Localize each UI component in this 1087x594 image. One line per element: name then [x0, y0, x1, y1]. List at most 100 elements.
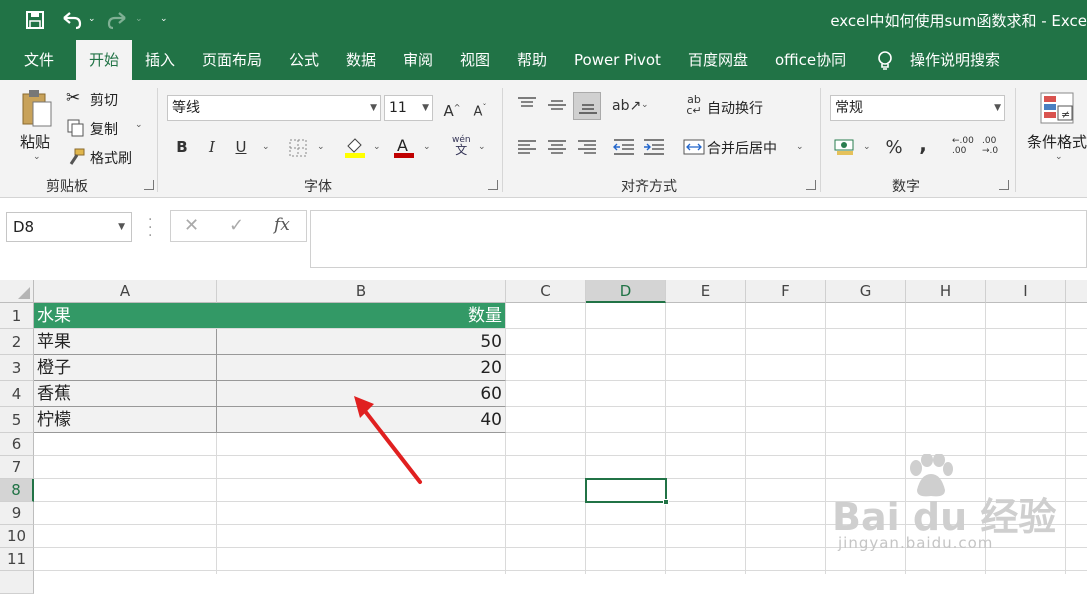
cell-b3[interactable]: 20: [217, 355, 506, 381]
copy-button[interactable]: 复制: [90, 119, 118, 139]
underline-dropdown-icon[interactable]: ⌄: [262, 142, 270, 152]
cell-a2[interactable]: 苹果: [34, 329, 217, 355]
paste-icon[interactable]: [20, 88, 54, 128]
align-bottom-button[interactable]: [573, 92, 601, 120]
column-header-c[interactable]: C: [506, 280, 586, 303]
paste-button[interactable]: 粘贴: [20, 131, 50, 152]
enter-icon[interactable]: ✓: [229, 215, 244, 236]
row-header-3[interactable]: 3: [0, 355, 34, 381]
format-painter-button[interactable]: 格式刷: [90, 148, 132, 168]
column-header-j[interactable]: [1066, 280, 1087, 303]
customize-toolbar-icon[interactable]: ⌄: [160, 14, 168, 24]
accounting-format-icon[interactable]: [834, 137, 856, 157]
column-header-g[interactable]: G: [826, 280, 906, 303]
fill-handle[interactable]: [663, 499, 669, 505]
borders-dropdown-icon[interactable]: ⌄: [317, 142, 325, 152]
row-header-4[interactable]: 4: [0, 381, 34, 407]
column-header-h[interactable]: H: [906, 280, 986, 303]
fill-color-icon[interactable]: [344, 136, 366, 158]
align-left-icon[interactable]: [517, 138, 537, 156]
increase-indent-icon[interactable]: [643, 138, 665, 156]
column-header-e[interactable]: E: [666, 280, 746, 303]
tab-help[interactable]: 帮助: [517, 40, 547, 80]
alignment-launcher-icon[interactable]: [806, 180, 816, 190]
align-top-icon[interactable]: [517, 96, 537, 114]
row-header-6[interactable]: 6: [0, 433, 34, 456]
font-name-combo[interactable]: 等线 ▼: [167, 95, 381, 121]
tab-file[interactable]: 文件: [24, 40, 54, 80]
tell-me-search[interactable]: 操作说明搜索: [910, 40, 1000, 80]
row-header-1[interactable]: 1: [0, 303, 34, 329]
tab-baidu-netdisk[interactable]: 百度网盘: [688, 40, 748, 80]
decrease-indent-icon[interactable]: [613, 138, 635, 156]
formula-input[interactable]: [310, 210, 1087, 268]
conditional-format-icon[interactable]: ≠: [1040, 92, 1074, 126]
font-launcher-icon[interactable]: [488, 180, 498, 190]
tab-review[interactable]: 审阅: [403, 40, 433, 80]
tab-insert[interactable]: 插入: [145, 40, 175, 80]
redo-icon[interactable]: [107, 10, 129, 30]
align-center-icon[interactable]: [547, 138, 567, 156]
cell-a1-header[interactable]: 水果: [34, 303, 217, 329]
merge-center-button[interactable]: 合并后居中: [707, 138, 777, 158]
increase-decimal-icon[interactable]: ←.00.00: [952, 136, 974, 156]
row-header-8[interactable]: 8: [0, 479, 34, 502]
merge-dropdown-icon[interactable]: ⌄: [796, 142, 804, 152]
tab-view[interactable]: 视图: [460, 40, 490, 80]
orientation-icon[interactable]: ab↗: [612, 94, 641, 118]
font-color-dropdown-icon[interactable]: ⌄: [423, 142, 431, 152]
comma-style-button[interactable]: ,: [911, 132, 935, 156]
wrap-text-button[interactable]: 自动换行: [707, 98, 763, 118]
cancel-icon[interactable]: ✕: [184, 215, 199, 236]
select-all-corner[interactable]: [0, 280, 34, 303]
tab-power-pivot[interactable]: Power Pivot: [574, 40, 661, 80]
decrease-font-icon[interactable]: Aˇ: [468, 96, 492, 120]
column-header-d[interactable]: D: [586, 280, 666, 303]
tab-home[interactable]: 开始: [76, 40, 132, 80]
underline-button[interactable]: U: [229, 135, 253, 159]
insert-function-icon[interactable]: fx: [274, 215, 290, 235]
fill-color-dropdown-icon[interactable]: ⌄: [373, 142, 381, 152]
bold-button[interactable]: B: [170, 135, 194, 159]
column-header-i[interactable]: I: [986, 280, 1066, 303]
clipboard-launcher-icon[interactable]: [144, 180, 154, 190]
font-size-combo[interactable]: 11 ▼: [384, 95, 433, 121]
increase-font-icon[interactable]: A^: [440, 96, 464, 120]
align-right-icon[interactable]: [577, 138, 597, 156]
orientation-dropdown-icon[interactable]: ⌄: [641, 100, 649, 110]
column-header-a[interactable]: A: [34, 280, 217, 303]
align-middle-icon[interactable]: [547, 96, 567, 114]
column-header-b[interactable]: B: [217, 280, 506, 303]
row-header-2[interactable]: 2: [0, 329, 34, 355]
tab-data[interactable]: 数据: [346, 40, 376, 80]
phonetic-dropdown-icon[interactable]: ⌄: [478, 142, 486, 152]
cell-a4[interactable]: 香蕉: [34, 381, 217, 407]
cell-a5[interactable]: 柠檬: [34, 407, 217, 433]
selected-cell-d8[interactable]: [585, 478, 667, 503]
accounting-dropdown-icon[interactable]: ⌄: [863, 142, 871, 152]
phonetic-icon[interactable]: wén 文: [452, 135, 471, 157]
number-format-combo[interactable]: 常规 ▼: [830, 95, 1005, 121]
cell-a3[interactable]: 橙子: [34, 355, 217, 381]
row-header-7[interactable]: 7: [0, 456, 34, 479]
row-header-9[interactable]: 9: [0, 502, 34, 525]
row-header-11[interactable]: 11: [0, 548, 34, 571]
number-launcher-icon[interactable]: [999, 180, 1009, 190]
conditional-format-dropdown-icon[interactable]: ⌄: [1055, 152, 1063, 162]
borders-icon[interactable]: [289, 139, 307, 157]
tab-page-layout[interactable]: 页面布局: [202, 40, 262, 80]
copy-dropdown-icon[interactable]: ⌄: [135, 120, 143, 130]
row-header-5[interactable]: 5: [0, 407, 34, 433]
tab-office-collab[interactable]: office协同: [775, 40, 846, 80]
font-color-icon[interactable]: A: [393, 136, 415, 158]
row-header-10[interactable]: 10: [0, 525, 34, 548]
row-header-12[interactable]: [0, 571, 34, 594]
percent-button[interactable]: %: [882, 136, 906, 160]
cut-button[interactable]: 剪切: [90, 90, 118, 110]
cell-b1-header[interactable]: 数量: [217, 303, 506, 329]
italic-button[interactable]: I: [200, 135, 224, 159]
conditional-format-button[interactable]: 条件格式: [1027, 131, 1087, 152]
column-header-f[interactable]: F: [746, 280, 826, 303]
paste-dropdown-icon[interactable]: ⌄: [33, 152, 41, 162]
decrease-decimal-icon[interactable]: .00 →.0: [982, 136, 998, 156]
